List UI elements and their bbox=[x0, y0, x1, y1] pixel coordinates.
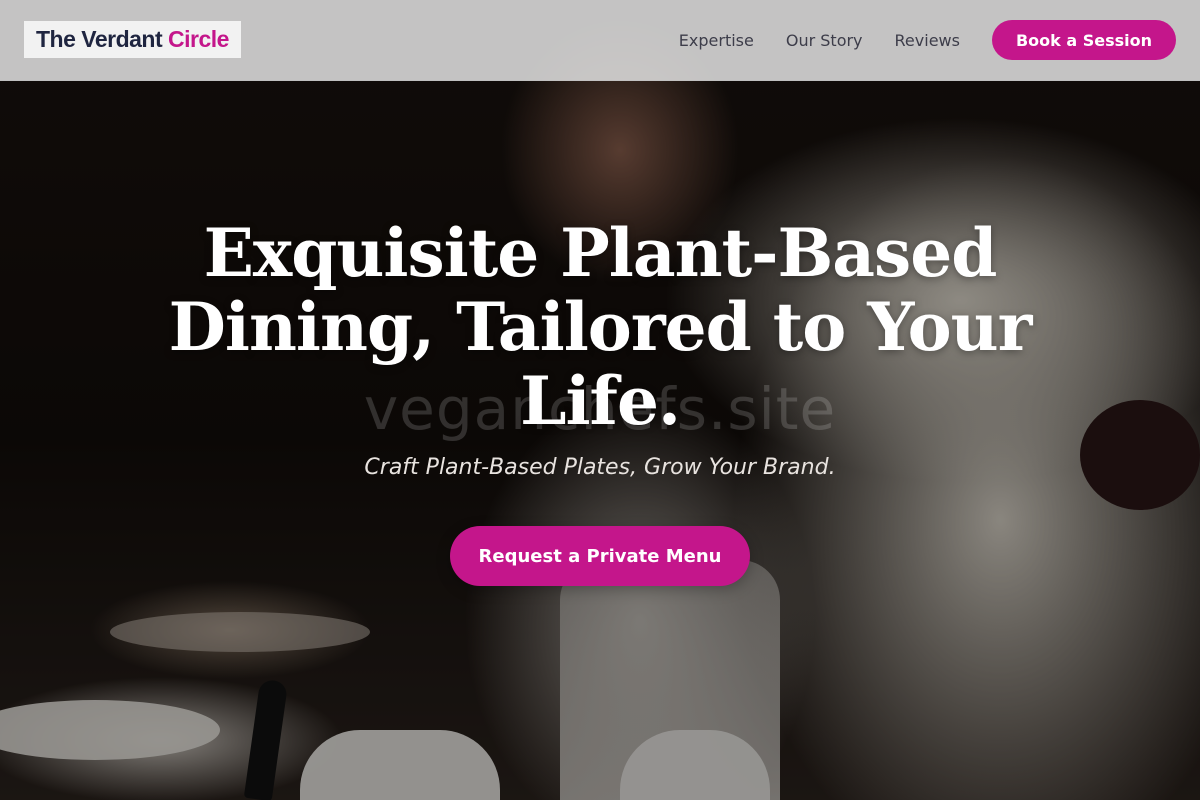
site-header: The Verdant Circle Expertise Our Story R… bbox=[0, 0, 1200, 81]
brand-logo[interactable]: The Verdant Circle bbox=[24, 21, 241, 58]
brand-name-part2: Circle bbox=[168, 26, 229, 52]
hero-title: Exquisite Plant-Based Dining, Tailored t… bbox=[168, 214, 1033, 440]
nav-link-our-story[interactable]: Our Story bbox=[786, 31, 863, 50]
nav-link-expertise[interactable]: Expertise bbox=[679, 31, 754, 50]
main-nav: Expertise Our Story Reviews Book a Sessi… bbox=[679, 20, 1176, 60]
book-session-button[interactable]: Book a Session bbox=[991, 20, 1176, 60]
hero-subtitle: Craft Plant-Based Plates, Grow Your Bran… bbox=[364, 455, 836, 480]
nav-link-reviews[interactable]: Reviews bbox=[895, 31, 960, 50]
request-menu-button[interactable]: Request a Private Menu bbox=[450, 526, 750, 586]
brand-name-part1: The Verdant bbox=[36, 26, 163, 52]
